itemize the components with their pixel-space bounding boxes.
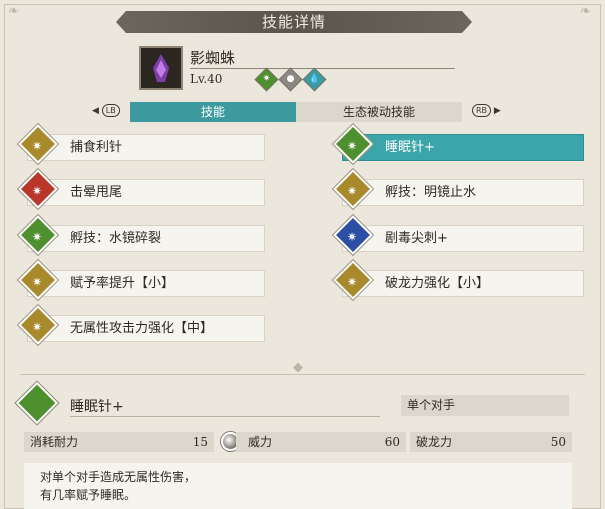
skill-description: 对单个对手造成无属性伤害， 有几率赋予睡眠。 [24,463,572,509]
monster-name: 影蜘蛛 [190,49,236,67]
skill-item-left-3[interactable]: 孵技：水镜碎裂 [18,215,265,255]
power-stat: 威力 60 [236,432,406,452]
page-title: 技能详情 [116,11,472,33]
spider-icon [153,54,169,82]
right-ornament-icon: ❧ [580,4,591,19]
skill-item-right-3[interactable]: 剧毒尖刺+ [333,215,584,255]
tab-next-rb[interactable]: RB ▶ [472,104,501,117]
stamina-stat: 消耗耐力 15 [24,432,214,452]
center-ornament-icon: ◆ [293,360,303,375]
name-divider [190,68,455,69]
detail-title: 睡眠针+ [70,399,124,415]
tab-eco-passive[interactable]: 生态被动技能 [296,102,462,122]
skill-item-right-4[interactable]: 破龙力强化【小】 [333,260,584,300]
left-ornament-icon: ❧ [8,4,19,19]
skill-item-right-1[interactable]: 睡眠针+ [333,124,584,164]
target-badge: 单个对手 [401,395,569,416]
skill-tabs: ◀ LB 技能 生态被动技能 RB ▶ [92,102,502,122]
skill-item-left-1[interactable]: 捕食利针 [18,124,265,164]
skill-item-left-4[interactable]: 赋予率提升【小】 [18,260,265,300]
skill-item-right-2[interactable]: 孵技：明镜止水 [333,169,584,209]
monster-level: Lv.40 [190,72,223,86]
skill-item-left-5[interactable]: 无属性攻击力强化【中】 [18,305,265,345]
section-divider [20,374,585,375]
skill-item-left-2[interactable]: 击晕甩尾 [18,169,265,209]
detail-divider [70,416,380,417]
tab-skills[interactable]: 技能 [130,102,296,122]
dragon-stat: 破龙力 50 [410,432,572,452]
monster-portrait [139,46,183,90]
tab-prev-lb[interactable]: ◀ LB [92,104,120,117]
